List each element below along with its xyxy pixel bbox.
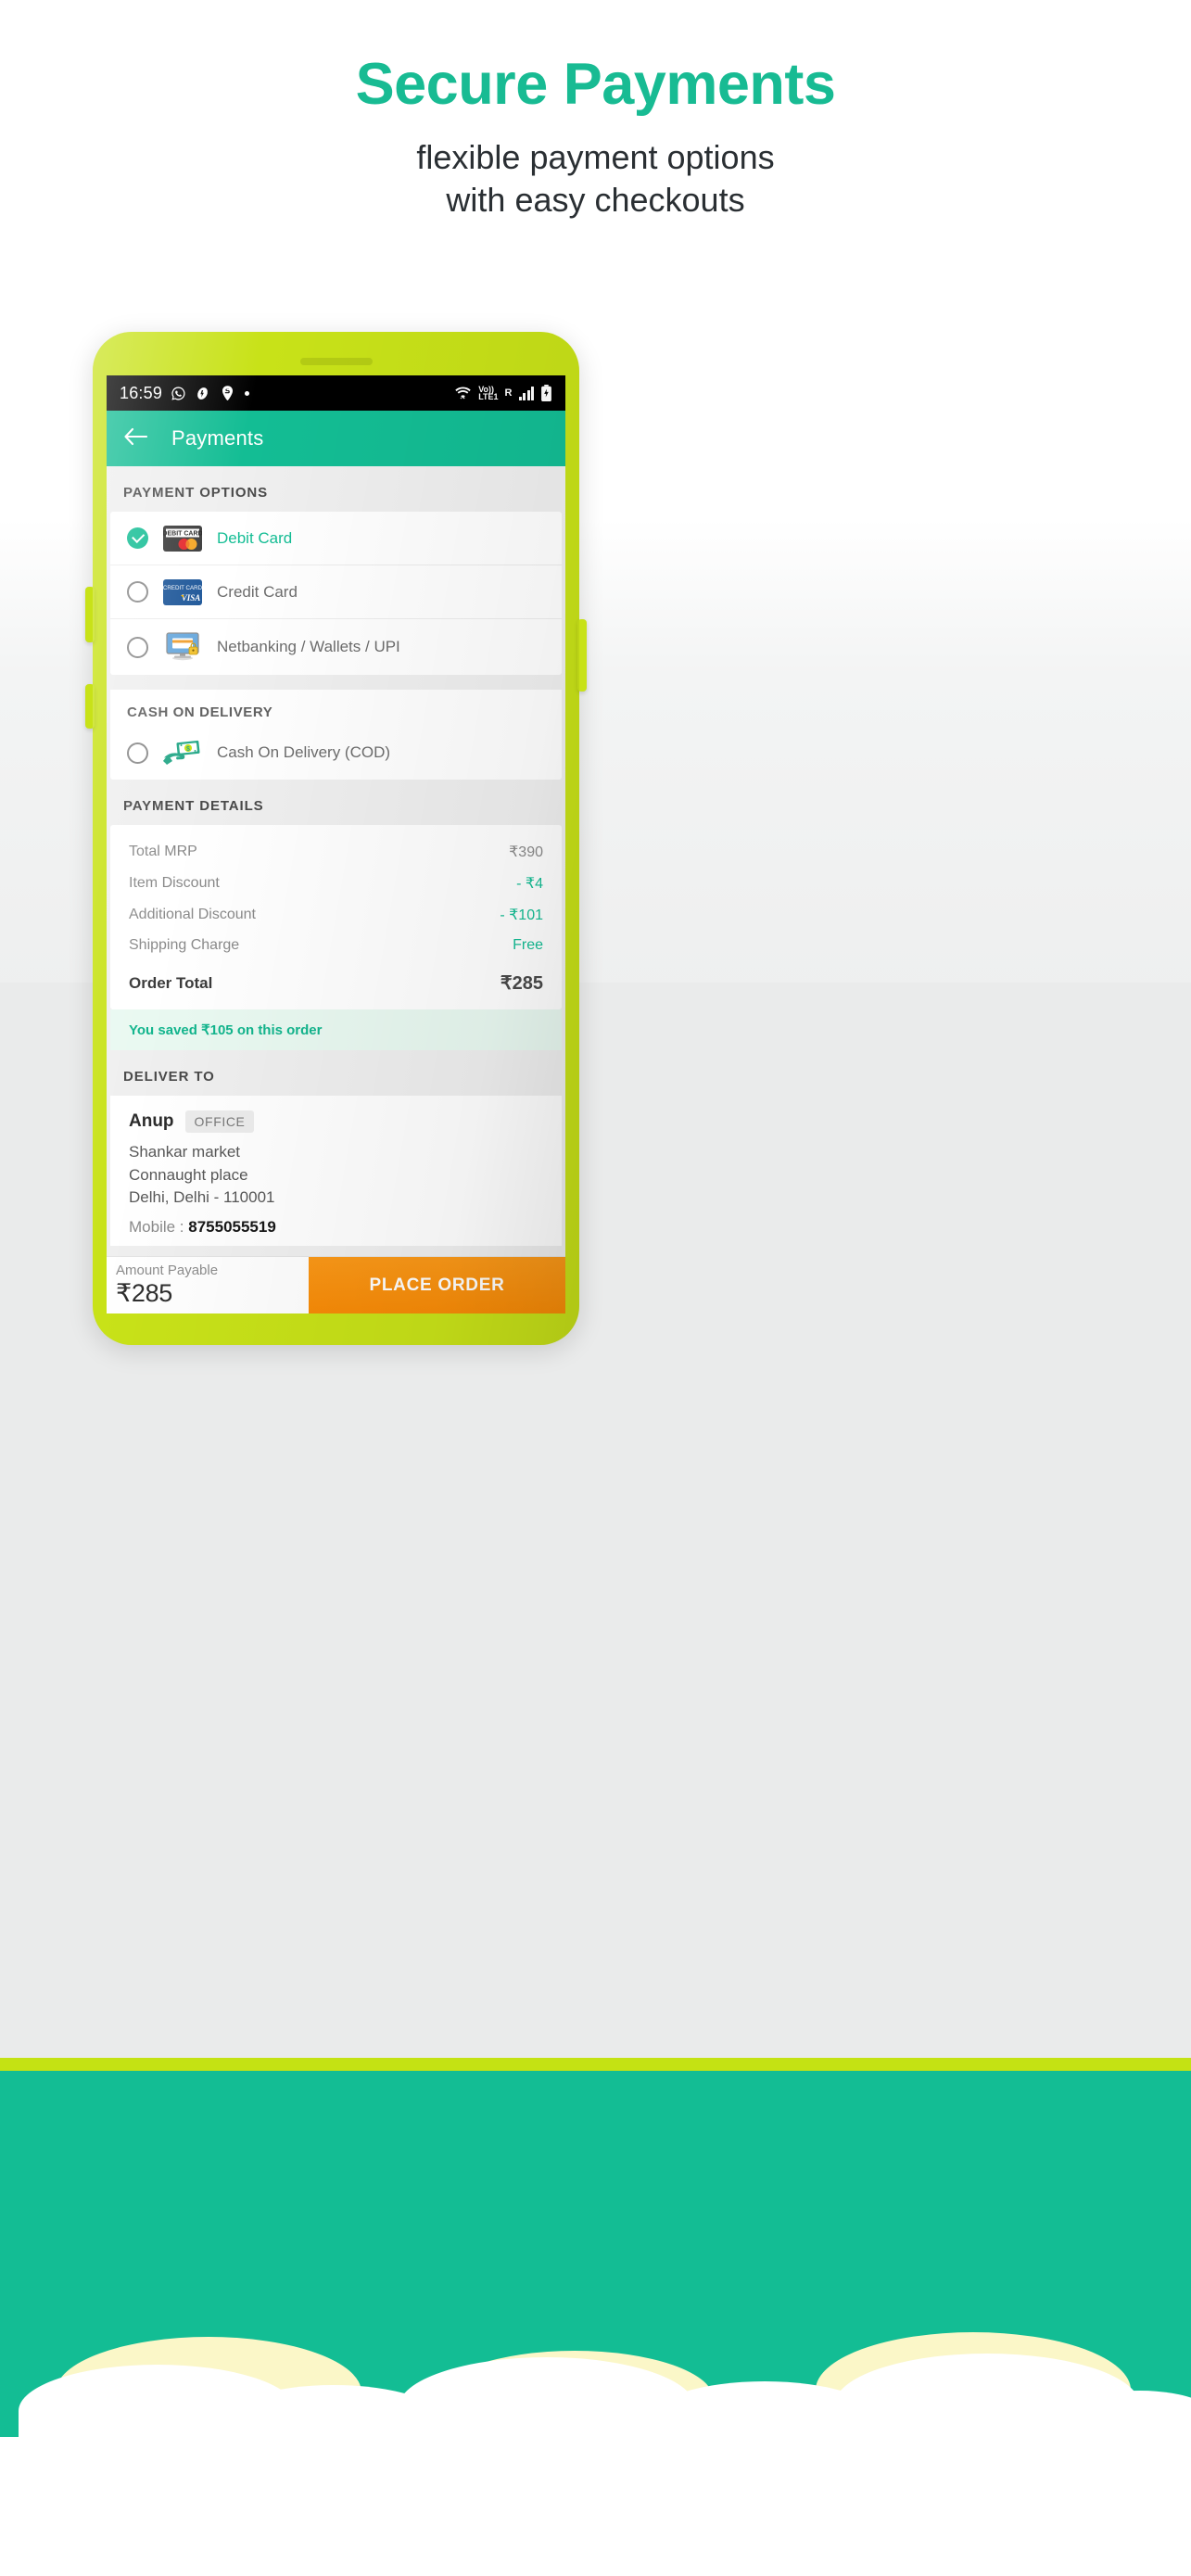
svg-text:$: $: [186, 746, 190, 753]
payment-option-label: Cash On Delivery (COD): [217, 743, 391, 761]
amount-payable-block: Amount Payable ₹285: [107, 1263, 218, 1307]
whatsapp-icon: [171, 386, 186, 401]
payment-detail-row: Item Discount - ₹4: [110, 868, 562, 899]
payment-detail-row: Shipping Charge Free: [110, 931, 562, 960]
signal-icon: [518, 386, 534, 400]
promo-text-block: Secure Payments flexible payment options…: [0, 52, 1191, 222]
place-order-button[interactable]: PLACE ORDER: [309, 1256, 565, 1313]
payment-detail-label: Item Discount: [129, 875, 220, 891]
background-lime-strip: [0, 2058, 1191, 2071]
address-line: Connaught place: [129, 1165, 248, 1184]
radio-cod[interactable]: [127, 742, 148, 764]
payment-detail-label: Total MRP: [129, 844, 197, 859]
payment-options-section-title: PAYMENT OPTIONS: [107, 466, 565, 512]
phone-mockup: 16:59 Vo)) LTE1 R Payments PAYMENT OPTIO…: [85, 332, 587, 1345]
svg-text:VISA: VISA: [182, 593, 201, 603]
payment-details-card: Total MRP ₹390 Item Discount - ₹4 Additi…: [110, 825, 562, 1009]
order-total-value: ₹285: [500, 973, 543, 994]
delivery-address-card[interactable]: Anup OFFICE Shankar market Connaught pla…: [110, 1096, 562, 1246]
payment-option-credit-card[interactable]: CREDIT CARD VISA Credit Card: [110, 565, 562, 619]
battery-charging-icon: [540, 385, 552, 401]
deliver-to-section-title: DELIVER TO: [107, 1050, 565, 1096]
status-bar: 16:59 Vo)) LTE1 R: [107, 375, 565, 411]
payment-option-cod[interactable]: $ Cash On Delivery (COD): [110, 726, 562, 780]
order-total-label: Order Total: [129, 973, 213, 992]
status-bar-time: 16:59: [120, 383, 163, 402]
visa-credit-card-icon: CREDIT CARD VISA: [161, 578, 204, 605]
phone-volume-down-button[interactable]: [85, 684, 95, 729]
savings-banner: You saved ₹105 on this order: [110, 1009, 562, 1050]
cash-hand-icon: $: [161, 739, 204, 767]
payment-detail-value: - ₹101: [500, 907, 543, 923]
cloud-base-band: [0, 2437, 1191, 2576]
payment-options-card: DEBIT CARD Debit Card CREDIT CARD VISA C…: [110, 512, 562, 675]
phone-volume-up-button[interactable]: [85, 587, 95, 642]
svg-text:CREDIT CARD: CREDIT CARD: [163, 585, 202, 591]
address-name-row: Anup OFFICE: [129, 1110, 543, 1133]
page-subtitle-line2: with easy checkouts: [446, 180, 745, 219]
payment-detail-value: ₹390: [509, 844, 543, 860]
radio-credit-card[interactable]: [127, 581, 148, 603]
payment-detail-label: Shipping Charge: [129, 937, 240, 953]
page-subtitle: flexible payment options with easy check…: [0, 136, 1191, 222]
wifi-icon: [454, 386, 472, 400]
app-bar-title: Payments: [171, 426, 264, 450]
address-mobile-number: 8755055519: [188, 1217, 276, 1236]
mastercard-debit-card-icon: DEBIT CARD: [161, 525, 204, 552]
payment-detail-row: Additional Discount - ₹101: [110, 899, 562, 931]
address-line: Shankar market: [129, 1143, 240, 1161]
amount-payable-value: ₹285: [116, 1278, 173, 1307]
address-mobile: Mobile : 8755055519: [129, 1218, 543, 1237]
volte-icon: Vo)) LTE1: [478, 386, 499, 401]
payment-detail-row: Total MRP ₹390: [110, 836, 562, 868]
app-bar: Payments: [107, 411, 565, 466]
phone-screen: 16:59 Vo)) LTE1 R Payments PAYMENT OPTIO…: [107, 375, 565, 1313]
cash-on-delivery-card: CASH ON DELIVERY $ Cash On Delivery (COD…: [110, 690, 562, 780]
page-title: Secure Payments: [355, 52, 836, 117]
bottom-action-bar: Amount Payable ₹285 PLACE ORDER: [107, 1256, 565, 1313]
address-name: Anup: [129, 1111, 174, 1131]
dot-icon: [245, 390, 250, 396]
phone-power-button[interactable]: [577, 619, 587, 692]
amount-payable-label: Amount Payable: [116, 1263, 219, 1279]
payment-option-label: Netbanking / Wallets / UPI: [217, 638, 400, 655]
roaming-icon: R: [504, 387, 513, 399]
payment-option-debit-card[interactable]: DEBIT CARD Debit Card: [110, 512, 562, 565]
phone-speaker: [300, 358, 373, 365]
payment-option-netbanking[interactable]: Netbanking / Wallets / UPI: [110, 619, 562, 675]
volte-bottom: LTE1: [478, 392, 499, 401]
payment-detail-value: Free: [513, 937, 543, 953]
app-icon: [195, 386, 210, 401]
address-mobile-label: Mobile :: [129, 1217, 189, 1236]
payment-option-label: Debit Card: [217, 528, 293, 547]
address-tag-badge: OFFICE: [184, 1110, 255, 1133]
address-line: Delhi, Delhi - 110001: [129, 1188, 275, 1207]
svg-text:DEBIT CARD: DEBIT CARD: [163, 530, 202, 537]
payments-scroll-area[interactable]: PAYMENT OPTIONS DEBIT CARD Debit Card CR…: [107, 466, 565, 1311]
payment-detail-value: - ₹4: [516, 876, 543, 892]
section-spacer: [107, 675, 565, 690]
radio-debit-card[interactable]: [127, 527, 148, 549]
swiggy-icon: [219, 385, 236, 402]
order-total-row: Order Total ₹285: [110, 960, 562, 1008]
netbanking-monitor-lock-icon: [161, 632, 204, 662]
back-arrow-icon[interactable]: [123, 427, 148, 450]
page-subtitle-line1: flexible payment options: [416, 137, 775, 176]
payment-details-section-title: PAYMENT DETAILS: [107, 780, 565, 825]
payment-detail-label: Additional Discount: [129, 907, 256, 922]
cash-on-delivery-section-title: CASH ON DELIVERY: [110, 690, 562, 726]
radio-netbanking[interactable]: [127, 636, 148, 658]
payment-option-label: Credit Card: [217, 582, 298, 601]
